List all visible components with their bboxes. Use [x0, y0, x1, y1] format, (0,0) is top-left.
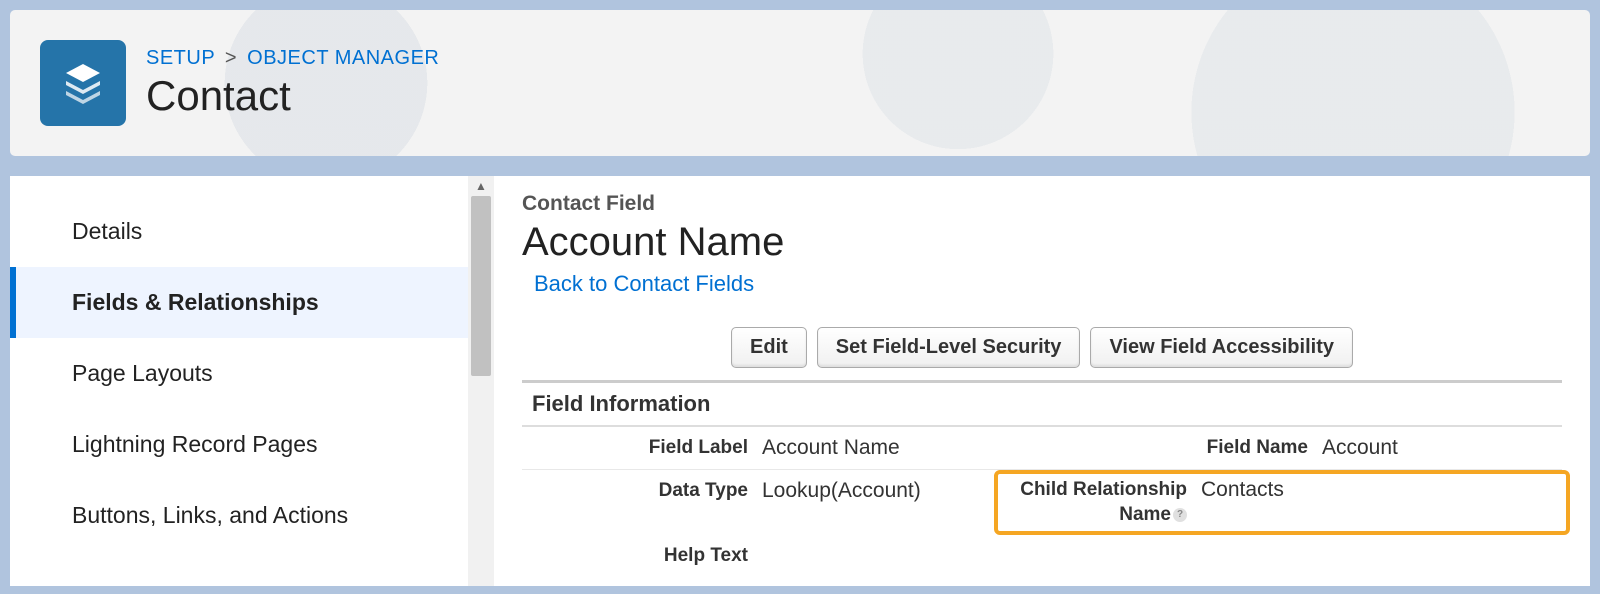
sidebar-item-buttons-links-actions[interactable]: Buttons, Links, and Actions [10, 480, 468, 551]
help-text-label: Help Text [522, 535, 762, 577]
help-text-value [762, 535, 1002, 553]
breadcrumb-setup[interactable]: SETUP [146, 47, 215, 69]
scrollbar-thumb[interactable] [471, 196, 491, 376]
back-link[interactable]: Back to Contact Fields [534, 271, 754, 297]
scrollbar-up-icon[interactable]: ▲ [468, 176, 494, 196]
sidebar-item-lightning-record-pages[interactable]: Lightning Record Pages [10, 409, 468, 480]
field-title: Account Name [522, 220, 1562, 265]
field-label-label: Field Label [522, 427, 762, 470]
sidebar-item-fields-relationships[interactable]: Fields & Relationships [10, 267, 468, 338]
data-type-value: Lookup(Account) [762, 470, 1002, 512]
action-button-row: Edit Set Field-Level Security View Field… [522, 327, 1562, 380]
field-name-value: Account [1322, 427, 1562, 470]
layers-icon [58, 58, 108, 108]
field-name-label: Field Name [1002, 427, 1322, 470]
field-information-header: Field Information [522, 383, 1562, 427]
sidebar-scrollbar[interactable]: ▲ [468, 176, 494, 586]
child-relationship-name-value: Contacts [1201, 478, 1284, 502]
breadcrumb: SETUP > OBJECT MANAGER [146, 47, 439, 70]
child-relationship-name-label: Child Relationship Name? [1006, 478, 1201, 527]
edit-button[interactable]: Edit [731, 327, 807, 368]
set-field-level-security-button[interactable]: Set Field-Level Security [817, 327, 1081, 368]
child-relationship-highlight: Child Relationship Name? Contacts [994, 470, 1570, 535]
section-label: Contact Field [522, 192, 1562, 216]
page-title: Contact [146, 72, 439, 120]
field-info-grid: Field Label Account Name Field Name Acco… [522, 427, 1562, 577]
sidebar: Details Fields & Relationships Page Layo… [10, 176, 494, 586]
page-header: SETUP > OBJECT MANAGER Contact [10, 10, 1590, 156]
breadcrumb-object-manager[interactable]: OBJECT MANAGER [247, 47, 439, 69]
sidebar-item-page-layouts[interactable]: Page Layouts [10, 338, 468, 409]
help-icon[interactable]: ? [1173, 508, 1187, 522]
breadcrumb-separator: > [225, 47, 237, 69]
field-label-value: Account Name [762, 427, 1002, 470]
object-icon [40, 40, 126, 126]
data-type-label: Data Type [522, 470, 762, 512]
view-field-accessibility-button[interactable]: View Field Accessibility [1090, 327, 1353, 368]
main-content: Contact Field Account Name Back to Conta… [494, 176, 1590, 586]
sidebar-item-details[interactable]: Details [10, 196, 468, 267]
